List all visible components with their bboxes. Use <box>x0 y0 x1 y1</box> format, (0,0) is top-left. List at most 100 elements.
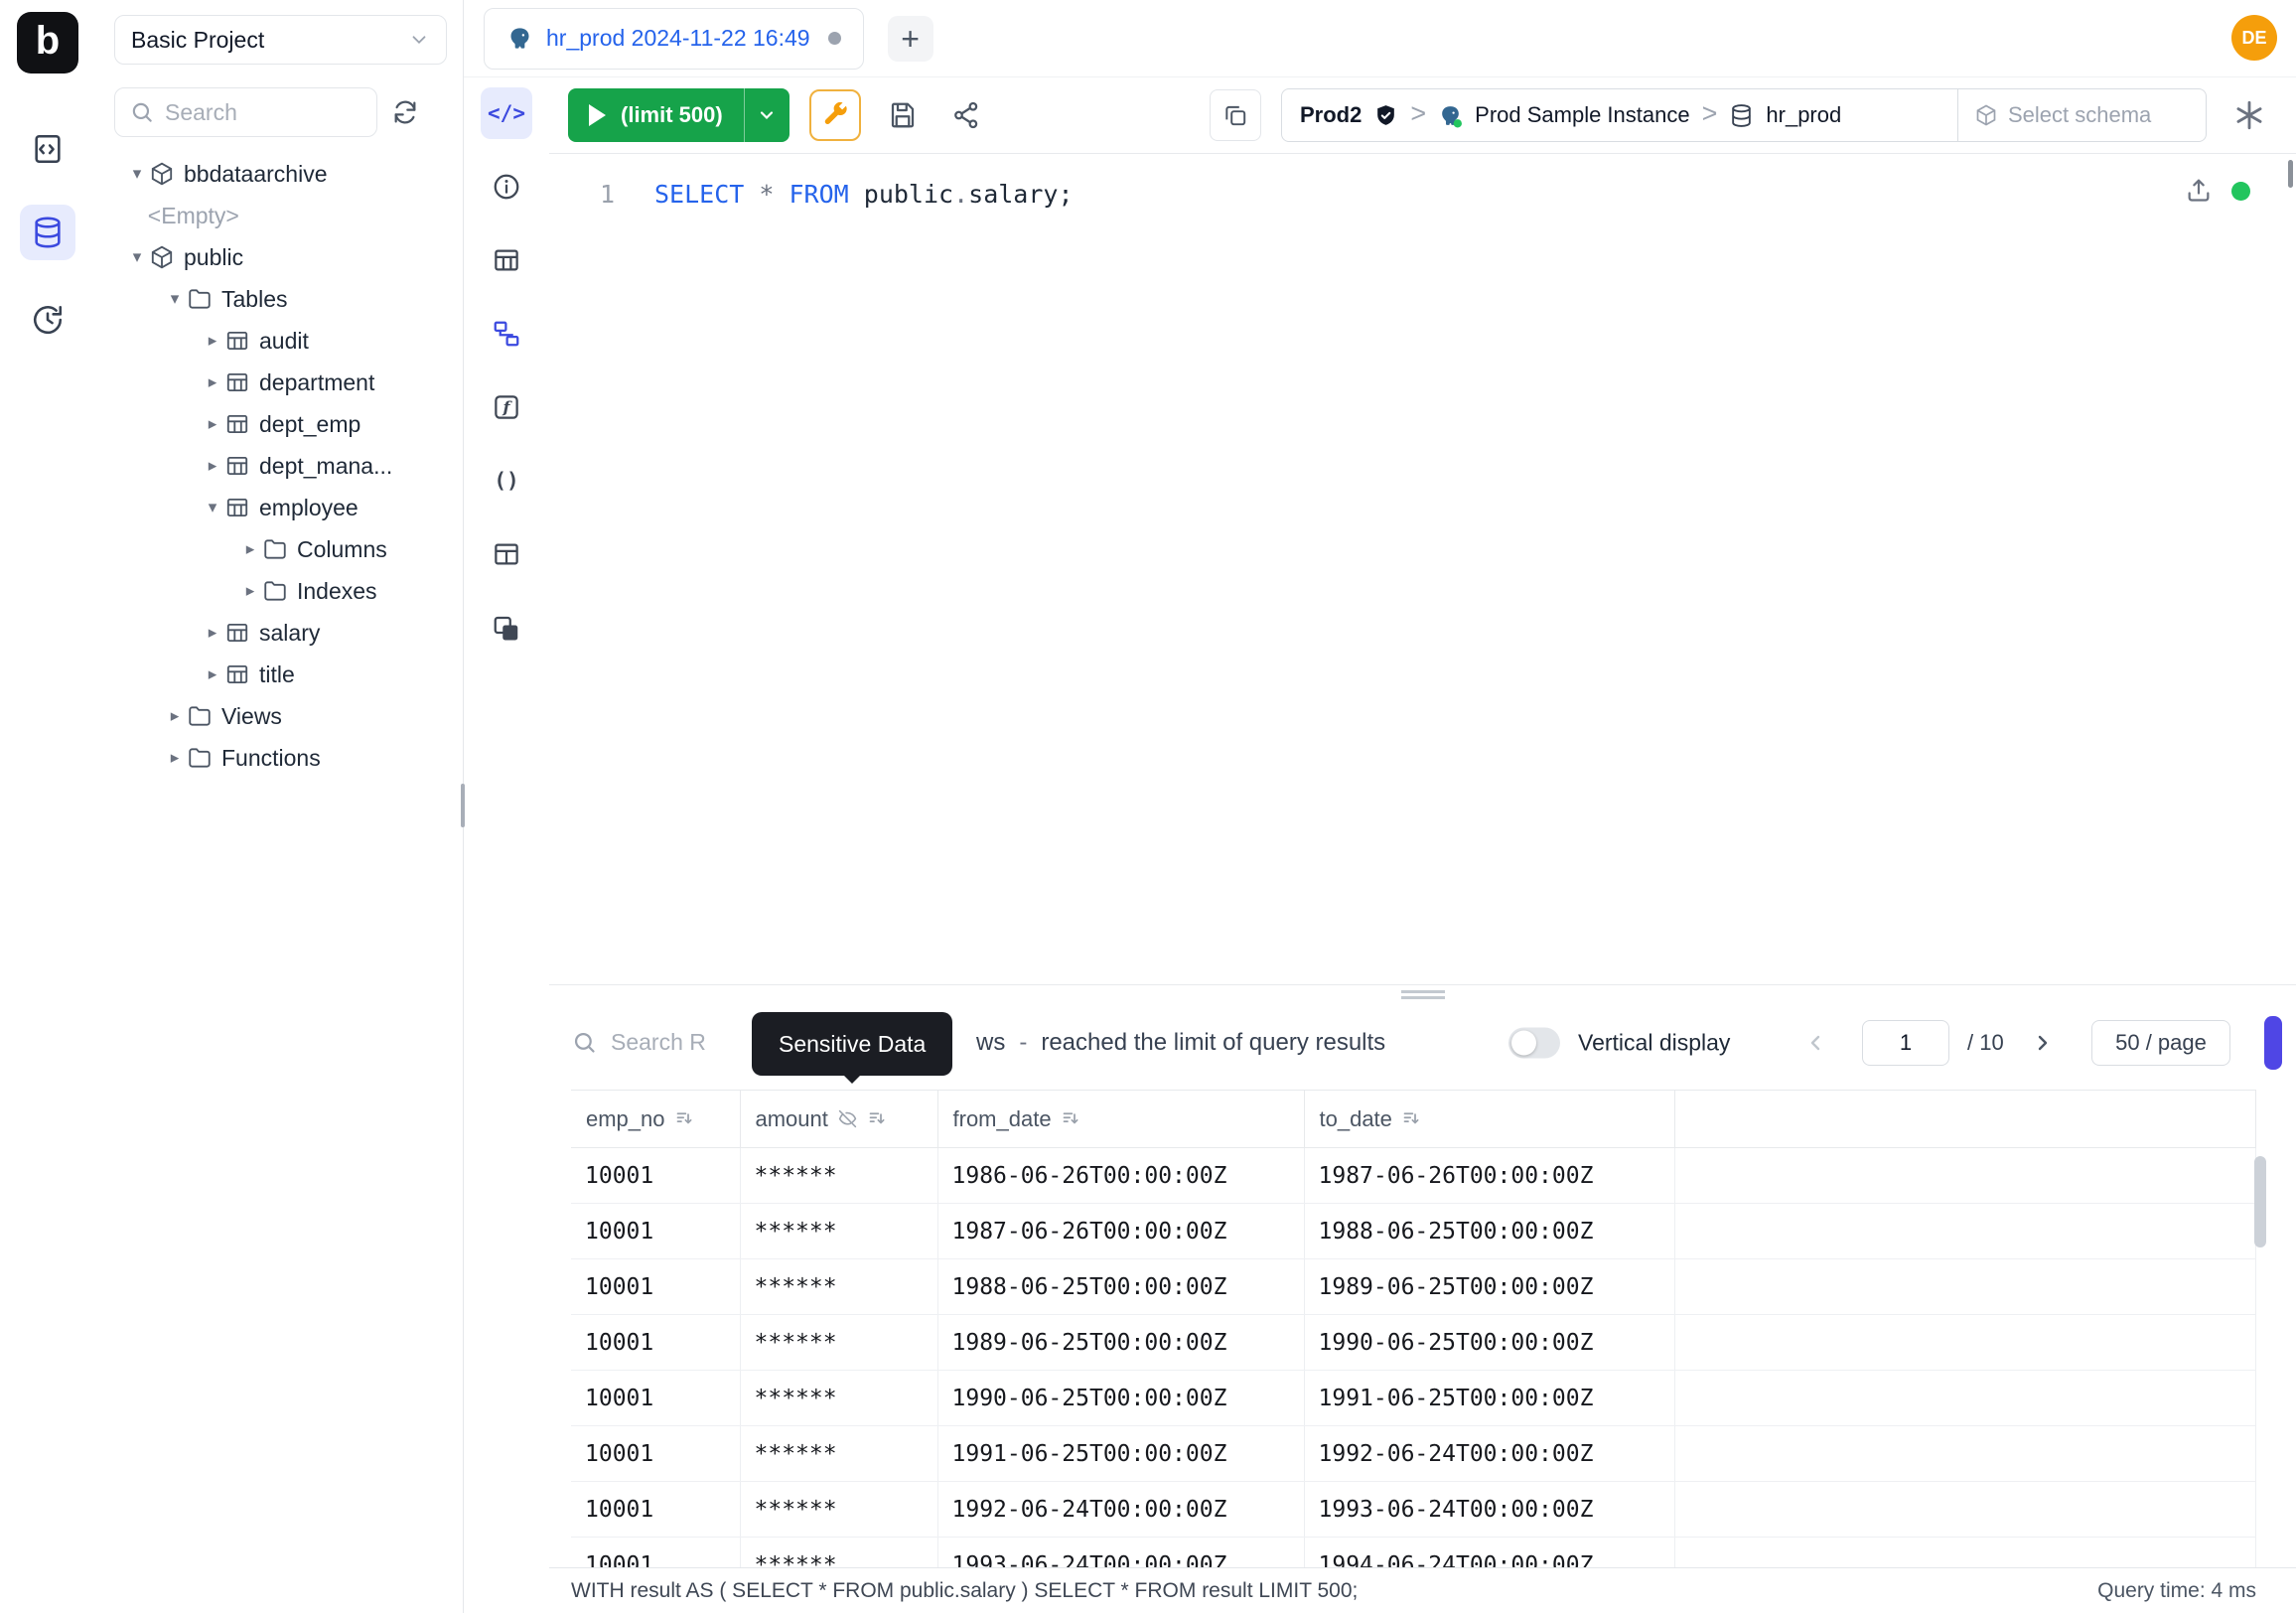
refresh-icon[interactable] <box>377 87 433 137</box>
tree-item-public[interactable]: ▾public <box>95 236 463 278</box>
table-cell[interactable]: 10001 <box>571 1204 740 1259</box>
table-cell[interactable]: 1994-06-24T00:00:00Z <box>1304 1538 1674 1568</box>
code-editor-icon[interactable]: </> <box>481 87 532 139</box>
caret-right-icon[interactable]: ▸ <box>163 748 187 768</box>
divider-grip-icon[interactable] <box>1401 990 1445 993</box>
sidebar-search[interactable] <box>114 87 377 137</box>
data-table-icon[interactable] <box>481 528 532 580</box>
save-button[interactable] <box>881 93 925 137</box>
caret-down-icon[interactable]: ▾ <box>125 247 149 267</box>
join-tables-icon[interactable] <box>481 602 532 654</box>
table-cell[interactable]: ****** <box>740 1315 937 1371</box>
table-cell[interactable]: ****** <box>740 1426 937 1482</box>
schema-selector[interactable]: Select schema <box>1957 89 2206 141</box>
sort-icon[interactable] <box>1061 1108 1081 1129</box>
table-cell[interactable]: 10001 <box>571 1259 740 1315</box>
table-cell[interactable]: 10001 <box>571 1371 740 1426</box>
tree-item-audit[interactable]: ▸audit <box>95 320 463 362</box>
table-cell[interactable] <box>1674 1538 2255 1568</box>
table-cell[interactable]: 1990-06-25T00:00:00Z <box>1304 1315 1674 1371</box>
caret-right-icon[interactable]: ▸ <box>238 539 262 559</box>
caret-right-icon[interactable]: ▸ <box>163 706 187 726</box>
column-header-emp_no[interactable]: emp_no <box>571 1091 740 1148</box>
caret-right-icon[interactable]: ▸ <box>201 414 224 434</box>
table-cell[interactable]: 10001 <box>571 1538 740 1568</box>
table-cell[interactable]: ****** <box>740 1538 937 1568</box>
table-cell[interactable]: 1992-06-24T00:00:00Z <box>937 1482 1304 1538</box>
tree-item-indexes[interactable]: ▸Indexes <box>95 570 463 612</box>
table-cell[interactable]: 1989-06-25T00:00:00Z <box>937 1315 1304 1371</box>
panel-divider[interactable] <box>549 984 2296 1004</box>
brackets-icon[interactable]: () <box>481 455 532 507</box>
export-icon[interactable] <box>2185 176 2213 204</box>
schema-diagram-icon[interactable] <box>481 308 532 360</box>
table-cell[interactable]: 10001 <box>571 1315 740 1371</box>
sidebar-search-input[interactable] <box>165 99 344 126</box>
caret-down-icon[interactable]: ▾ <box>125 164 149 184</box>
caret-right-icon[interactable]: ▸ <box>201 664 224 684</box>
ai-assistant-button[interactable] <box>2226 92 2272 138</box>
table-cell[interactable]: 1987-06-26T00:00:00Z <box>937 1204 1304 1259</box>
table-cell[interactable]: 1990-06-25T00:00:00Z <box>937 1371 1304 1426</box>
tree-item-title[interactable]: ▸title <box>95 654 463 695</box>
vertical-display-toggle[interactable] <box>1508 1027 1560 1058</box>
prev-page-button[interactable] <box>1794 1021 1837 1065</box>
avatar[interactable]: DE <box>2231 15 2277 61</box>
tree-item-tables[interactable]: ▾Tables <box>95 278 463 320</box>
caret-right-icon[interactable]: ▸ <box>201 372 224 392</box>
column-header-to_date[interactable]: to_date <box>1304 1091 1674 1148</box>
tree-item-columns[interactable]: ▸Columns <box>95 528 463 570</box>
column-header-amount[interactable]: amount <box>740 1091 937 1148</box>
caret-down-icon[interactable]: ▾ <box>201 498 224 517</box>
table-cell[interactable] <box>1674 1482 2255 1538</box>
caret-right-icon[interactable]: ▸ <box>238 581 262 601</box>
project-selector[interactable]: Basic Project <box>114 15 447 65</box>
tree-item-functions[interactable]: ▸Functions <box>95 737 463 779</box>
table-cell[interactable] <box>1674 1315 2255 1371</box>
database-icon[interactable] <box>20 205 75 260</box>
page-size-select[interactable]: 50 / page <box>2091 1020 2230 1066</box>
table-cell[interactable]: 1987-06-26T00:00:00Z <box>1304 1148 1674 1204</box>
table-cell[interactable]: 10001 <box>571 1148 740 1204</box>
table-cell[interactable]: 1991-06-25T00:00:00Z <box>937 1426 1304 1482</box>
table-cell[interactable]: 1986-06-26T00:00:00Z <box>937 1148 1304 1204</box>
table-cell[interactable] <box>1674 1259 2255 1315</box>
tree-item-department[interactable]: ▸department <box>95 362 463 403</box>
table-cell[interactable]: ****** <box>740 1259 937 1315</box>
table-detail-icon[interactable] <box>481 234 532 286</box>
eye-off-icon[interactable] <box>837 1108 858 1129</box>
table-cell[interactable] <box>1674 1148 2255 1204</box>
table-cell[interactable]: 10001 <box>571 1482 740 1538</box>
worksheet-icon[interactable] <box>20 121 75 177</box>
tree-item-employee[interactable]: ▾employee <box>95 487 463 528</box>
table-cell[interactable]: 1988-06-25T00:00:00Z <box>1304 1204 1674 1259</box>
tree-item-views[interactable]: ▸Views <box>95 695 463 737</box>
add-tab-button[interactable]: + <box>888 16 933 62</box>
column-header-from_date[interactable]: from_date <box>937 1091 1304 1148</box>
run-options-dropdown[interactable] <box>744 88 789 142</box>
info-icon[interactable] <box>481 161 532 213</box>
admin-wrench-button[interactable] <box>809 89 861 141</box>
connection-breadcrumb[interactable]: Prod2 > Prod Sample Instance > hr_prod S… <box>1281 88 2207 142</box>
caret-right-icon[interactable]: ▸ <box>201 623 224 643</box>
editor-scrollbar[interactable] <box>2288 160 2293 188</box>
table-scrollbar-thumb[interactable] <box>2254 1156 2266 1247</box>
sort-icon[interactable] <box>867 1108 888 1129</box>
tree-item-bbdataarchive[interactable]: ▾bbdataarchive <box>95 153 463 195</box>
side-panel-toggle[interactable] <box>2264 1016 2282 1070</box>
table-cell[interactable]: ****** <box>740 1204 937 1259</box>
tree-item-dept-mana[interactable]: ▸dept_mana... <box>95 445 463 487</box>
table-cell[interactable]: ****** <box>740 1371 937 1426</box>
next-page-button[interactable] <box>2021 1021 2065 1065</box>
page-number-input[interactable]: 1 <box>1862 1020 1949 1066</box>
share-button[interactable] <box>944 93 988 137</box>
tree-item-dept-emp[interactable]: ▸dept_emp <box>95 403 463 445</box>
caret-down-icon[interactable]: ▾ <box>163 289 187 309</box>
tree-item-empty[interactable]: <Empty> <box>95 195 463 236</box>
caret-right-icon[interactable]: ▸ <box>201 456 224 476</box>
functions-icon[interactable]: f <box>481 381 532 433</box>
tab-worksheet[interactable]: hr_prod 2024-11-22 16:49 <box>484 8 864 70</box>
table-cell[interactable] <box>1674 1426 2255 1482</box>
table-cell[interactable]: ****** <box>740 1482 937 1538</box>
table-cell[interactable]: 1993-06-24T00:00:00Z <box>937 1538 1304 1568</box>
